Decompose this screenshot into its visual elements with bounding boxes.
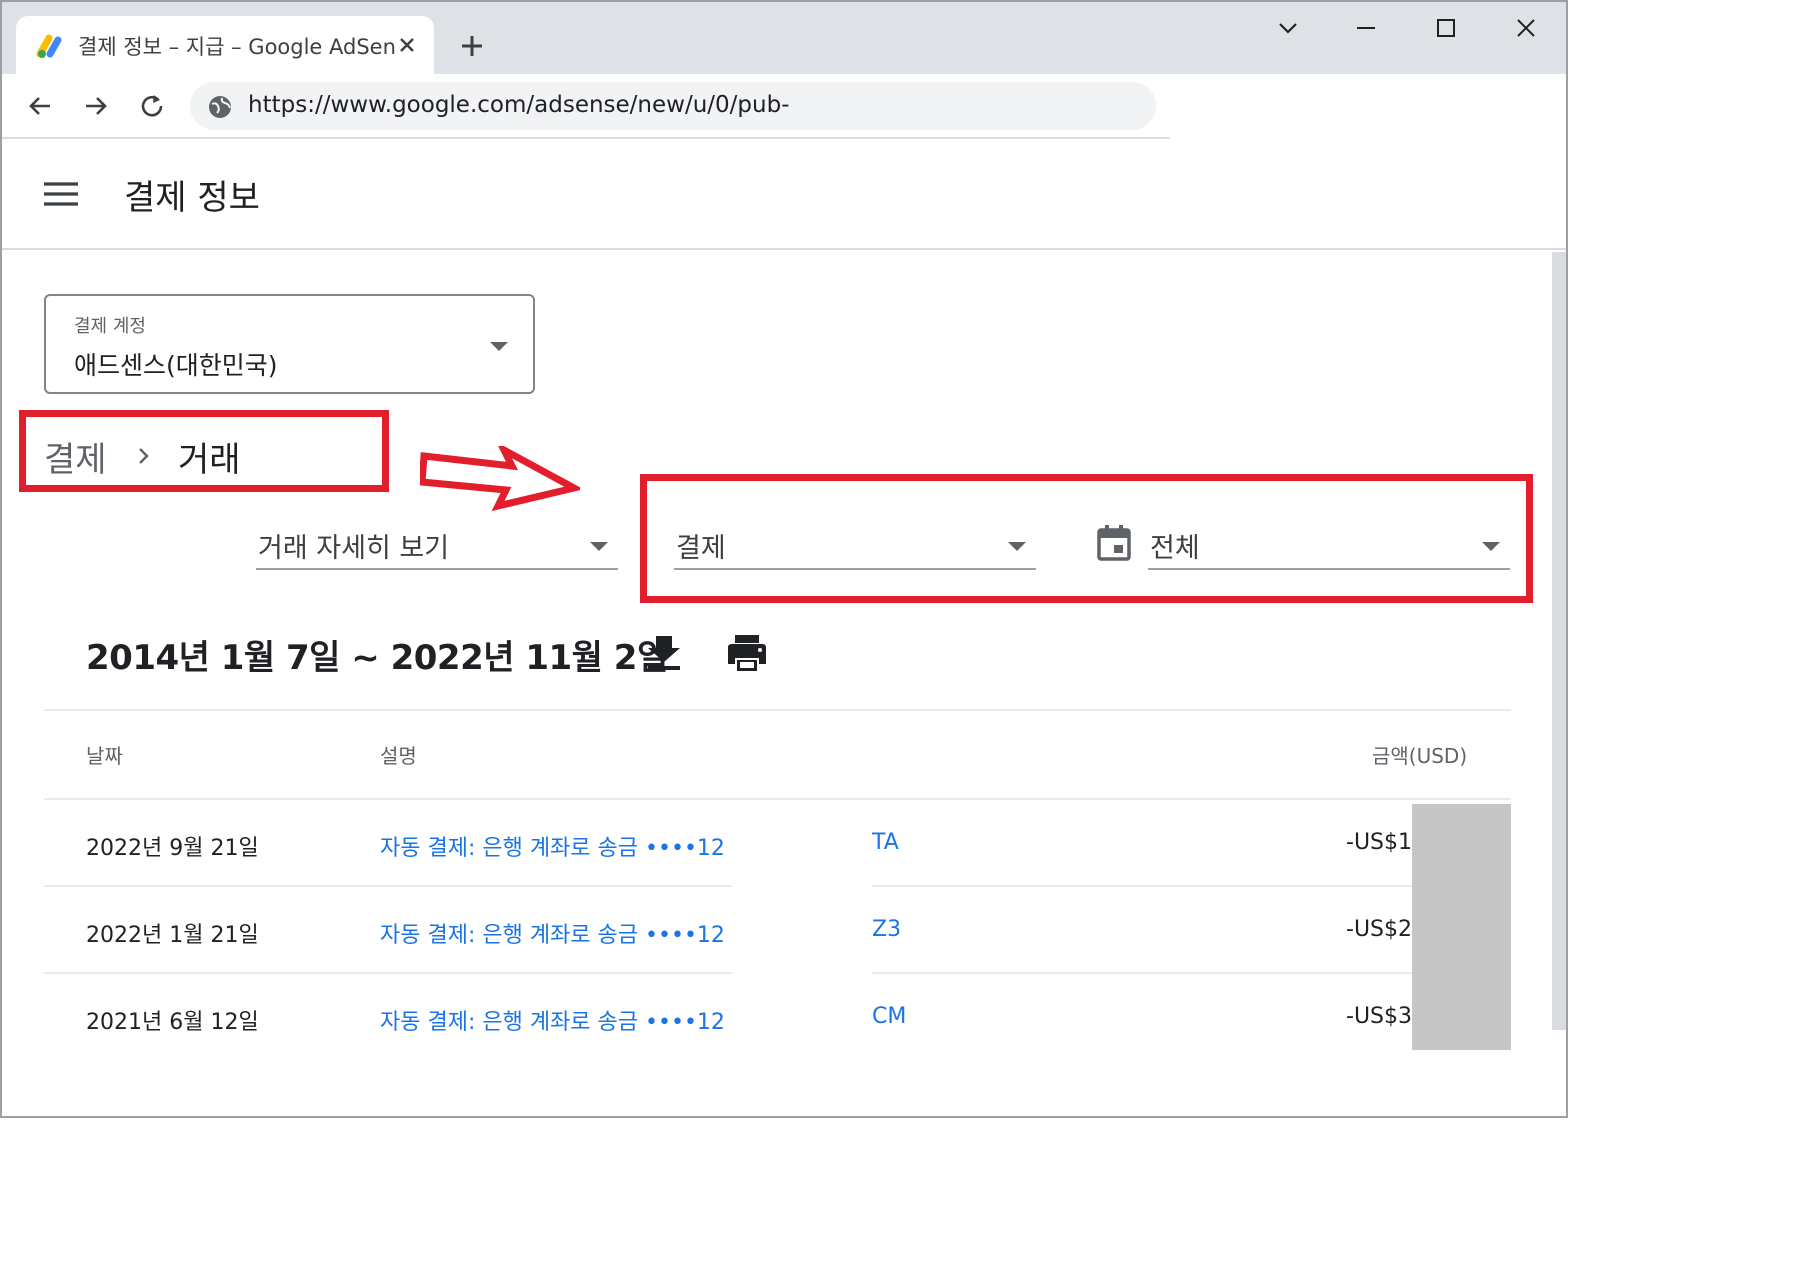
view-select[interactable]: 거래 자세히 보기 xyxy=(256,520,618,570)
chevron-down-icon xyxy=(1482,542,1500,551)
row-date: 2022년 9월 21일 xyxy=(86,836,259,861)
column-header-date[interactable]: 날짜 xyxy=(86,740,123,769)
url-text[interactable]: https://www.google.com/adsense/new/u/0/p… xyxy=(248,92,790,118)
browser-toolbar: https://www.google.com/adsense/new/u/0/p… xyxy=(0,74,1568,138)
view-select-value: 거래 자세히 보기 xyxy=(258,533,450,564)
plus-icon[interactable] xyxy=(456,30,488,62)
app-header: 결제 정보 xyxy=(0,140,1568,250)
payment-account-value: 애드센스(대한민국) xyxy=(74,351,278,380)
date-range: 2014년 1월 7일 ~ 2022년 11월 2일 xyxy=(86,638,668,678)
row-description-suffix[interactable]: TA xyxy=(872,830,899,855)
row-description-link[interactable]: 자동 결제: 은행 계좌로 송금 ••••12 xyxy=(380,917,732,949)
transaction-type-value: 결제 xyxy=(676,533,726,564)
period-select-value: 전체 xyxy=(1150,533,1200,564)
row-amount: -US$3 xyxy=(1346,1004,1412,1029)
row-description-link[interactable]: 자동 결제: 은행 계좌로 송금 ••••12 xyxy=(380,830,732,862)
close-icon[interactable] xyxy=(1510,12,1542,44)
tab-strip: 결제 정보 – 지급 – Google AdSense xyxy=(0,0,1568,74)
row-amount: -US$2 xyxy=(1346,917,1412,942)
print-icon[interactable] xyxy=(726,634,768,672)
row-date: 2021년 6월 12일 xyxy=(86,1010,259,1035)
chevron-down-icon xyxy=(1008,542,1026,551)
page-title: 결제 정보 xyxy=(124,178,260,218)
forward-icon[interactable] xyxy=(80,90,112,122)
row-description-suffix[interactable]: Z3 xyxy=(872,917,901,942)
row-description-link[interactable]: 자동 결제: 은행 계좌로 송금 ••••12 xyxy=(380,1004,732,1036)
reload-icon[interactable] xyxy=(136,90,168,122)
column-header-description: 설명 xyxy=(380,744,417,768)
transaction-type-select[interactable]: 결제 xyxy=(674,520,1036,570)
column-header-amount: 금액(USD) xyxy=(1372,744,1468,768)
chevron-down-icon[interactable] xyxy=(1272,12,1304,44)
maximize-icon[interactable] xyxy=(1430,12,1462,44)
period-select[interactable]: 전체 xyxy=(1148,520,1510,570)
tab-title: 결제 정보 – 지급 – Google AdSense xyxy=(78,35,396,59)
chevron-down-icon xyxy=(590,542,608,551)
minimize-icon[interactable] xyxy=(1350,12,1382,44)
payment-account-select[interactable]: 결제 계정 애드센스(대한민국) xyxy=(44,294,535,394)
row-description-suffix[interactable]: CM xyxy=(872,1004,906,1029)
calendar-icon xyxy=(1097,525,1131,561)
annotation-box-breadcrumb xyxy=(19,410,389,492)
row-amount: -US$1 xyxy=(1346,830,1412,855)
annotation-arrow xyxy=(420,446,580,512)
back-icon[interactable] xyxy=(24,90,56,122)
address-bar[interactable]: https://www.google.com/adsense/new/u/0/p… xyxy=(190,82,1156,130)
payment-account-label: 결제 계정 xyxy=(74,316,146,337)
download-icon[interactable] xyxy=(646,634,682,672)
table-divider xyxy=(44,709,1511,711)
site-info-icon[interactable] xyxy=(206,93,234,121)
redaction-block xyxy=(1412,804,1511,1050)
menu-icon[interactable] xyxy=(42,178,80,210)
toolbar-divider xyxy=(0,137,1170,139)
chevron-down-icon xyxy=(490,342,508,351)
adsense-favicon xyxy=(36,34,62,58)
redaction-block xyxy=(732,800,872,1040)
browser-tab[interactable]: 결제 정보 – 지급 – Google AdSense xyxy=(16,16,434,74)
close-icon[interactable] xyxy=(394,32,420,58)
scrollbar[interactable] xyxy=(1552,252,1568,1030)
row-date: 2022년 1월 21일 xyxy=(86,923,259,948)
